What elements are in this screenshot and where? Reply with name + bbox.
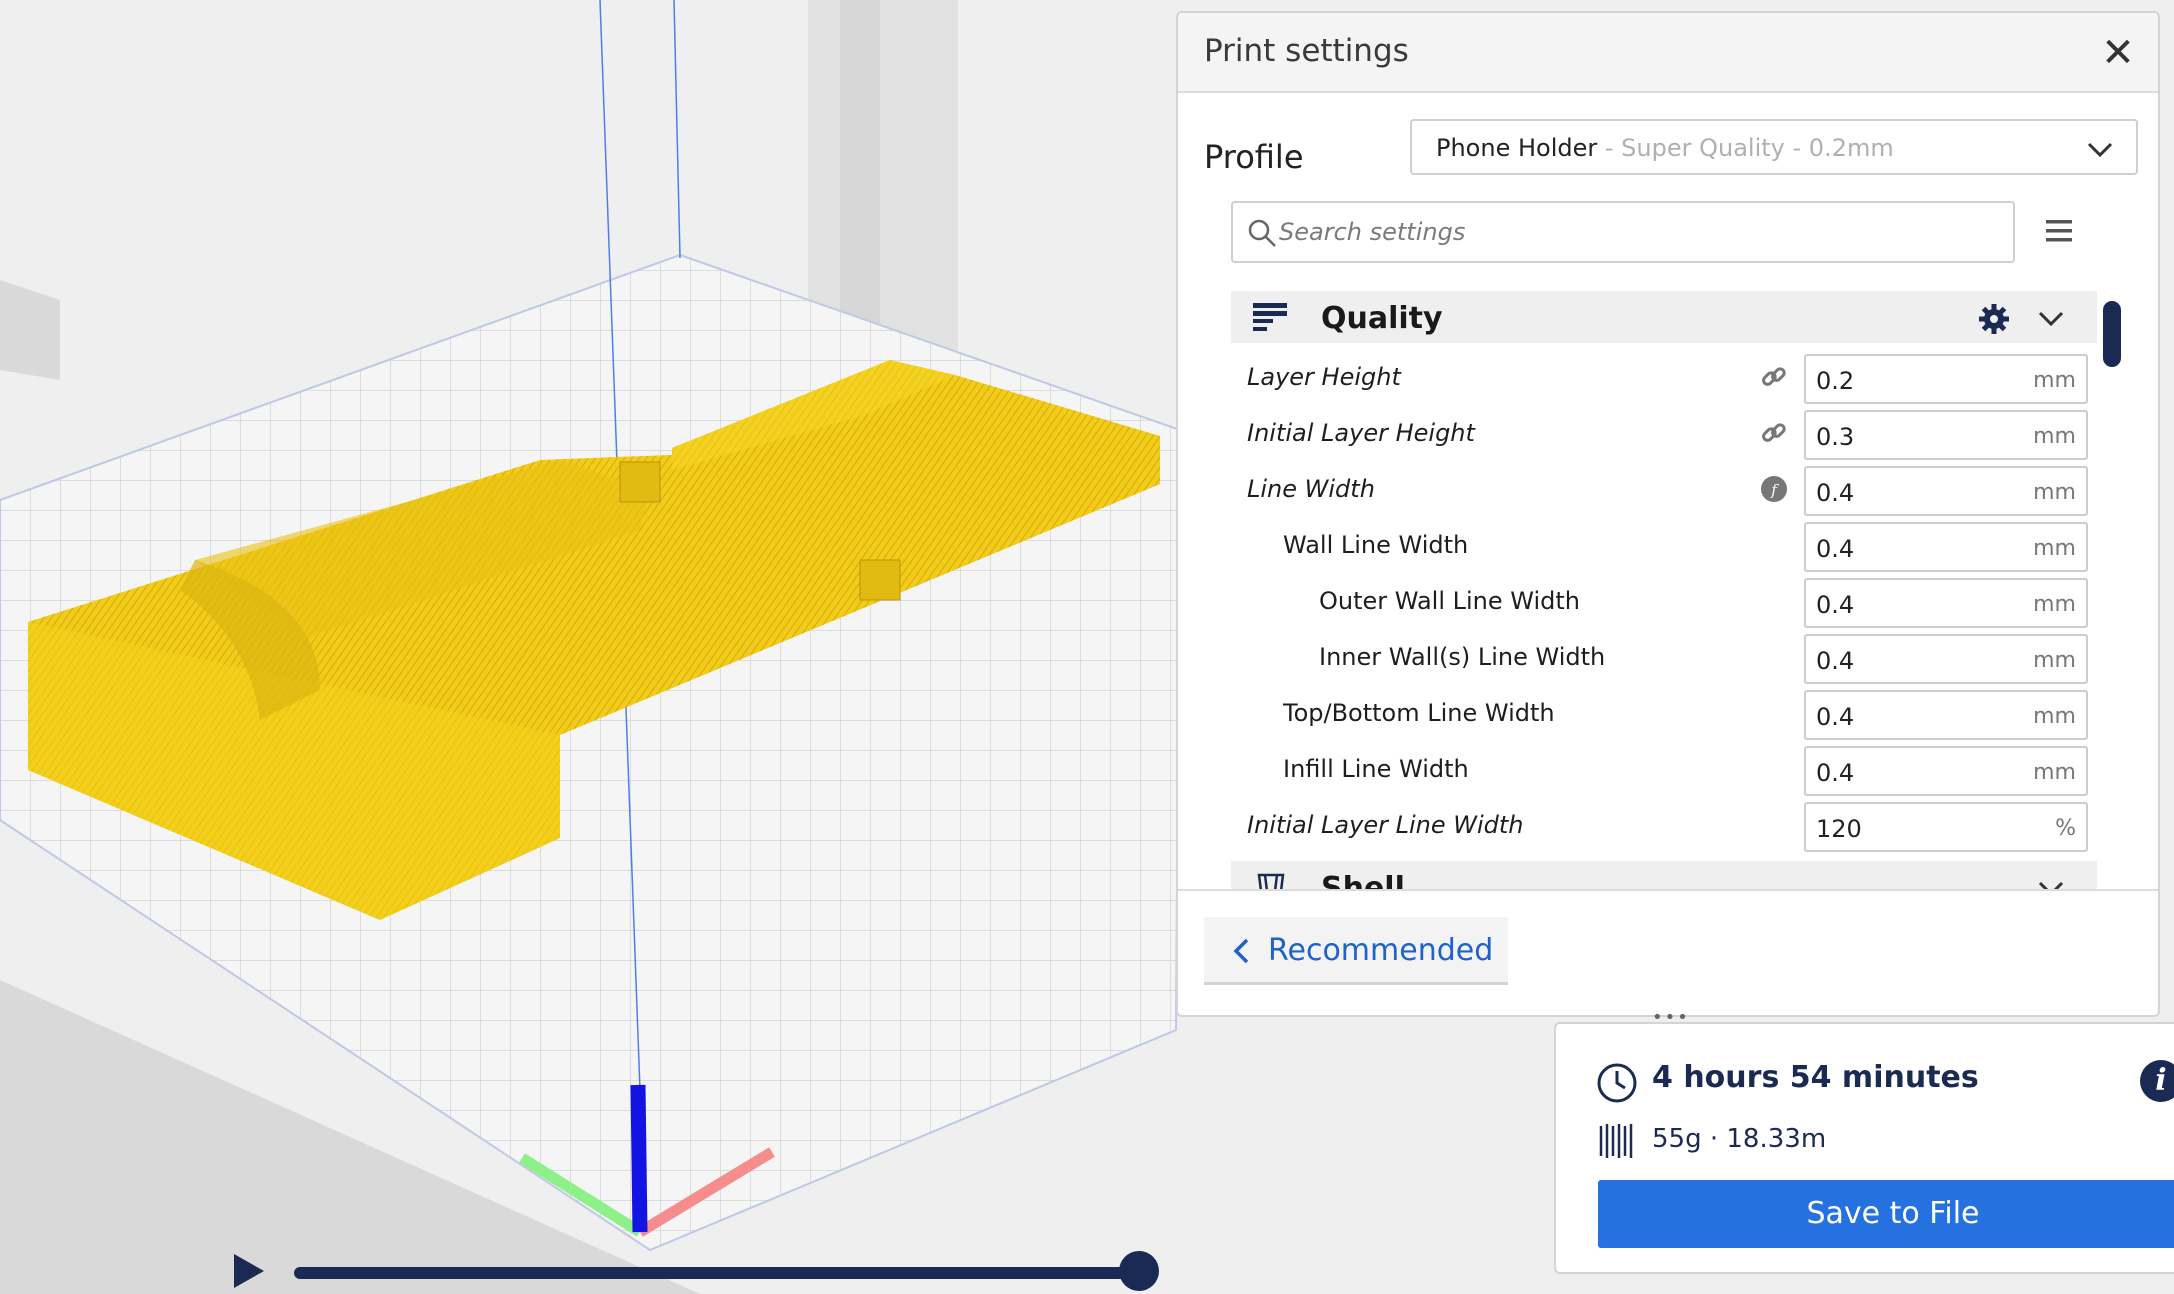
setting-input[interactable]: 0.2 mm [1804, 354, 2088, 404]
setting-row-initial-layer-height: Initial Layer Height 0.3 mm [1231, 407, 2097, 460]
setting-unit: mm [2033, 648, 2076, 673]
settings-list: Quality Layer Height 0.2 mm Initial Laye… [1231, 291, 2097, 891]
category-quality[interactable]: Quality [1231, 291, 2097, 343]
chevron-down-icon[interactable] [2037, 307, 2065, 329]
setting-unit: mm [2033, 704, 2076, 729]
setting-input[interactable]: 0.3 mm [1804, 410, 2088, 460]
category-title: Quality [1321, 301, 1443, 336]
link-icon[interactable] [1760, 419, 1788, 447]
setting-row-top-bottom-line-width: Top/Bottom Line Width 0.4 mm [1231, 687, 2097, 740]
print-info-card: 4 hours 54 minutes i 55g · 18.33m Save t… [1554, 1022, 2174, 1274]
setting-value: 0.3 [1816, 423, 1855, 451]
setting-label: Infill Line Width [1283, 755, 1469, 783]
profile-label: Profile [1204, 138, 1304, 176]
setting-input[interactable]: 0.4 mm [1804, 634, 2088, 684]
quality-icon [1253, 303, 1287, 331]
setting-unit: mm [2033, 592, 2076, 617]
save-to-file-button[interactable]: Save to File [1598, 1180, 2174, 1248]
setting-value: 0.4 [1816, 591, 1855, 619]
setting-row-inner-wall-line-width: Inner Wall(s) Line Width 0.4 mm [1231, 631, 2097, 684]
setting-input[interactable]: 0.4 mm [1804, 690, 2088, 740]
gear-icon[interactable] [1978, 303, 2010, 335]
setting-label: Line Width [1247, 475, 1375, 503]
footer-divider [1178, 889, 2158, 891]
setting-unit: % [2055, 816, 2076, 841]
close-icon[interactable]: ✕ [2098, 33, 2138, 73]
shell-icon [1257, 873, 1285, 891]
setting-row-wall-line-width: Wall Line Width 0.4 mm [1231, 519, 2097, 572]
axis-z [630, 1084, 648, 1233]
category-shell[interactable]: Shell [1231, 861, 2097, 891]
setting-row-initial-layer-line-width: Initial Layer Line Width 120 % [1231, 799, 2097, 852]
setting-label: Layer Height [1247, 363, 1401, 391]
setting-label: Initial Layer Line Width [1247, 811, 1524, 839]
chevron-left-icon [1233, 938, 1249, 964]
setting-unit: mm [2033, 368, 2076, 393]
setting-row-line-width: Line Width f 0.4 mm [1231, 463, 2097, 516]
setting-label: Top/Bottom Line Width [1283, 699, 1555, 727]
info-icon[interactable]: i [2140, 1060, 2174, 1102]
search-box[interactable] [1231, 201, 2015, 263]
setting-input[interactable]: 0.4 mm [1804, 578, 2088, 628]
profile-select[interactable]: Phone Holder - Super Quality - 0.2mm [1410, 119, 2138, 175]
panel-title: Print settings [1204, 33, 1409, 69]
setting-row-outer-wall-line-width: Outer Wall Line Width 0.4 mm [1231, 575, 2097, 628]
setting-unit: mm [2033, 480, 2076, 505]
setting-value: 0.4 [1816, 759, 1855, 787]
setting-label: Wall Line Width [1283, 531, 1469, 559]
recommended-button[interactable]: Recommended [1204, 917, 1508, 985]
menu-icon[interactable] [2044, 217, 2074, 245]
setting-unit: mm [2033, 536, 2076, 561]
setting-input[interactable]: 120 % [1804, 802, 2088, 852]
setting-input[interactable]: 0.4 mm [1804, 522, 2088, 572]
setting-value: 0.2 [1816, 367, 1855, 395]
setting-input[interactable]: 0.4 mm [1804, 746, 2088, 796]
setting-label: Outer Wall Line Width [1319, 587, 1581, 615]
profile-name-text: Phone Holder [1436, 134, 1598, 162]
setting-unit: mm [2033, 424, 2076, 449]
function-icon[interactable]: f [1760, 475, 1788, 503]
layer-slider-handle[interactable] [1119, 1251, 1159, 1291]
recommended-label: Recommended [1268, 933, 1494, 968]
setting-row-infill-line-width: Infill Line Width 0.4 mm [1231, 743, 2097, 796]
link-icon[interactable] [1760, 363, 1788, 391]
play-icon[interactable] [232, 1252, 266, 1290]
clock-icon [1597, 1063, 1637, 1103]
layer-slider-track[interactable] [294, 1267, 1138, 1279]
setting-value: 0.4 [1816, 479, 1855, 507]
search-icon [1248, 219, 1276, 247]
setting-row-layer-height: Layer Height 0.2 mm [1231, 351, 2097, 404]
setting-value: 0.4 [1816, 703, 1855, 731]
settings-scrollbar[interactable] [2103, 301, 2121, 367]
setting-value: 120 [1816, 815, 1862, 843]
material-usage: 55g · 18.33m [1652, 1124, 1827, 1154]
filament-icon [1599, 1124, 1633, 1158]
setting-value: 0.4 [1816, 647, 1855, 675]
panel-header: Print settings ✕ [1178, 13, 2158, 93]
setting-value: 0.4 [1816, 535, 1855, 563]
save-to-file-label: Save to File [1806, 1196, 1980, 1231]
setting-label: Initial Layer Height [1247, 419, 1475, 447]
profile-quality: Super Quality - 0.2mm [1621, 134, 1894, 162]
print-time: 4 hours 54 minutes [1652, 1060, 1979, 1095]
profile-name: Phone Holder - Super Quality - 0.2mm [1436, 134, 1894, 162]
setting-label: Inner Wall(s) Line Width [1319, 643, 1606, 671]
chevron-down-icon [2087, 142, 2113, 158]
setting-unit: mm [2033, 760, 2076, 785]
print-settings-panel: Print settings ✕ Profile Phone Holder - … [1176, 11, 2160, 1028]
profile-separator: - [1597, 134, 1622, 162]
setting-input[interactable]: 0.4 mm [1804, 466, 2088, 516]
search-input[interactable] [1279, 217, 1979, 247]
category-title: Shell [1321, 871, 1405, 891]
